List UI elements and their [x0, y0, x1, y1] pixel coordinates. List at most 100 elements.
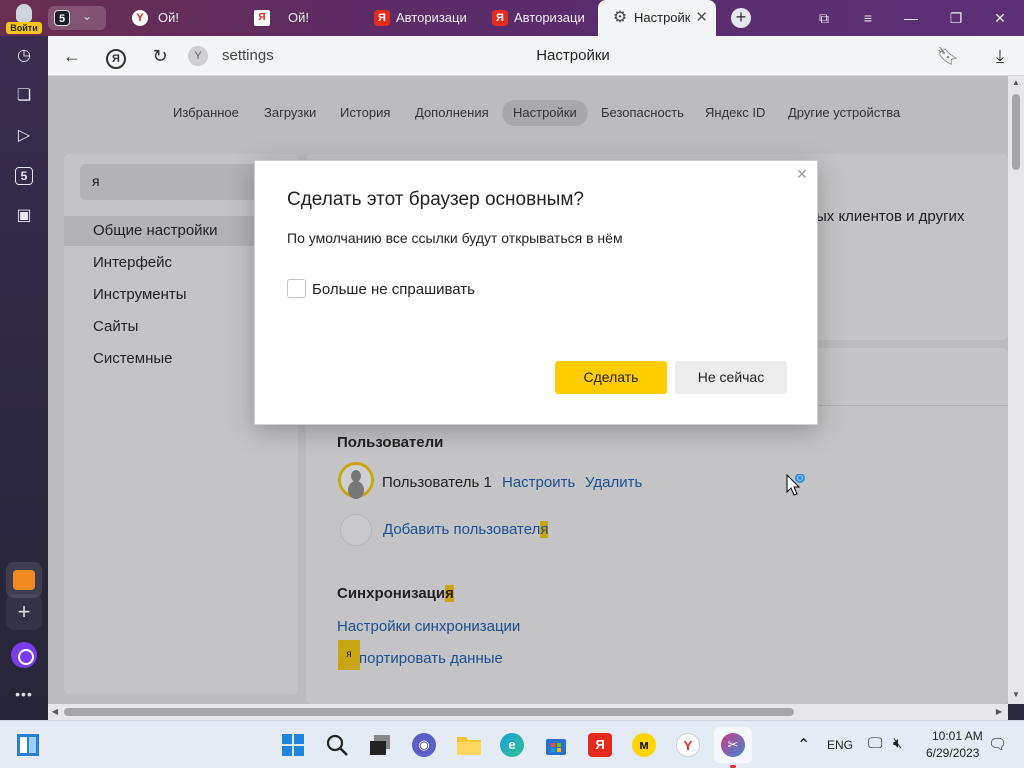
alice-icon[interactable]	[11, 642, 37, 668]
store-icon[interactable]	[544, 733, 568, 757]
search-highlight-badge: я	[338, 640, 360, 670]
users-title: Пользователи	[337, 434, 444, 451]
yandex-icon: Я	[492, 10, 508, 26]
search-highlight: я	[445, 585, 454, 602]
notifications-icon[interactable]: 🗨︎	[988, 735, 1007, 753]
yandex-icon[interactable]: Я	[588, 733, 612, 757]
chevron-down-icon: ⌄	[82, 9, 93, 23]
dont-ask-label[interactable]: Больше не спрашивать	[312, 281, 475, 298]
more-icon[interactable]: •••	[12, 686, 36, 702]
user-name: Пользователь 1	[382, 474, 492, 491]
scroll-left-arrow-icon[interactable]: ◀	[48, 704, 62, 720]
nav-yandex-id[interactable]: Яндекс ID	[705, 100, 765, 126]
teams-icon[interactable]: ◉	[412, 733, 436, 757]
search-icon[interactable]	[325, 733, 349, 757]
clock-time[interactable]: 10:01 AM	[932, 729, 983, 743]
five-icon[interactable]: 5	[12, 164, 36, 188]
close-window-button[interactable]: ✕	[990, 8, 1010, 28]
sync-title: Синхронизация	[337, 585, 454, 602]
yandex-music-icon[interactable]: м	[632, 733, 656, 757]
import-data-link[interactable]: портировать данные	[359, 650, 503, 667]
volume-muted-icon[interactable]: 🔇︎	[893, 735, 902, 752]
address-bar: ← Я ↻ Y settings Настройки 🔖︎ ⤓	[48, 36, 1024, 76]
back-button[interactable]: ←	[60, 44, 84, 68]
nav-settings[interactable]: Настройки	[502, 100, 588, 126]
settings-nav: Избранное Загрузки История Дополнения На…	[48, 100, 1008, 130]
tab-auth-1[interactable]: Я Авторизаци	[360, 0, 478, 36]
add-user-text: Добавить пользовател	[383, 521, 541, 538]
windows-start-icon[interactable]	[281, 733, 305, 757]
tab-auth-2[interactable]: Я Авторизаци	[478, 0, 596, 36]
nav-other-devices[interactable]: Другие устройства	[788, 100, 900, 126]
mail-button[interactable]	[6, 562, 42, 598]
nav-extensions[interactable]: Дополнения	[415, 100, 489, 126]
yandex-home-button[interactable]: Я	[104, 44, 128, 69]
settings-search-input[interactable]: я	[80, 164, 260, 200]
widgets-icon[interactable]	[16, 733, 40, 757]
tab-label: Авторизаци	[396, 10, 467, 25]
new-tab-button[interactable]: +	[731, 8, 751, 28]
history-icon[interactable]: ◷	[12, 44, 36, 68]
horizontal-scrollbar[interactable]: ◀ ▶	[48, 704, 1008, 720]
user-avatar	[338, 462, 374, 498]
browser-tab-bar: Войти 5 ⌄ Y Ой! Я Ой! Я Авторизаци Я Авт…	[0, 0, 1024, 36]
vertical-scrollbar[interactable]: ▲ ▼	[1008, 76, 1024, 704]
bookmark-icon[interactable]: 🔖︎	[936, 44, 960, 68]
tab-label: Ой!	[158, 10, 179, 25]
tab-oops-1[interactable]: Y Ой!	[118, 0, 240, 36]
page-title: Настройки	[536, 47, 610, 64]
downloads-icon[interactable]: ⤓	[988, 44, 1012, 68]
close-tab-icon[interactable]: ✕	[695, 0, 708, 36]
chevron-up-icon[interactable]: ⌃	[797, 735, 810, 755]
windows-taskbar: ◉ e Я м Y ✂ ⌃ ENG 🖵︎ 🔇︎ 10:01 AM 6/29/20…	[0, 720, 1024, 768]
nav-downloads[interactable]: Загрузки	[264, 100, 316, 126]
edge-icon[interactable]: e	[500, 733, 524, 757]
section-description-fragment: ых клиентов и других	[816, 208, 965, 225]
nav-favorites[interactable]: Избранное	[173, 100, 239, 126]
tab-oops-2[interactable]: Я Ой!	[240, 0, 358, 36]
add-user-link[interactable]: Добавить пользователя	[383, 521, 549, 538]
delete-user-link[interactable]: Удалить	[585, 474, 642, 491]
not-now-button[interactable]: Не сейчас	[675, 361, 787, 394]
task-view-icon[interactable]	[368, 733, 392, 757]
restore-button[interactable]: ❐	[946, 8, 966, 28]
scroll-thumb[interactable]	[1012, 94, 1020, 170]
tab-counter-badge: 5	[54, 10, 70, 26]
reload-button[interactable]: ↻	[148, 44, 172, 68]
gear-icon: ⚙	[612, 9, 628, 26]
scroll-right-arrow-icon[interactable]: ▶	[992, 704, 1006, 720]
document-icon: Я	[254, 10, 270, 26]
video-icon[interactable]: ▷	[12, 124, 36, 148]
profile-button[interactable]: Войти	[6, 2, 42, 34]
collections-icon[interactable]: ❏	[12, 84, 36, 108]
minimize-button[interactable]: —	[901, 8, 921, 28]
add-sidebar-app-button[interactable]: +	[6, 594, 42, 630]
file-explorer-icon[interactable]	[456, 733, 482, 757]
nav-security[interactable]: Безопасность	[601, 100, 684, 126]
profile-avatar-icon	[16, 4, 32, 22]
snipping-tool-icon[interactable]: ✂	[721, 733, 745, 757]
dont-ask-checkbox[interactable]	[287, 279, 306, 298]
close-icon[interactable]: ✕	[795, 167, 809, 181]
nav-history[interactable]: История	[340, 100, 390, 126]
menu-icon[interactable]: ≡	[858, 8, 878, 28]
clock-date[interactable]: 6/29/2023	[926, 746, 979, 760]
search-value: я	[92, 173, 100, 189]
site-info-icon[interactable]: Y	[188, 46, 208, 66]
scroll-thumb[interactable]	[64, 708, 794, 716]
bookmarks-panel-icon[interactable]: ⧉	[814, 8, 834, 28]
scroll-up-arrow-icon[interactable]: ▲	[1008, 76, 1024, 90]
yandex-icon: Я	[374, 10, 390, 26]
tab-settings[interactable]: ⚙ Настройк ✕	[598, 0, 716, 36]
network-icon[interactable]: 🖵︎	[868, 735, 882, 752]
scroll-down-arrow-icon[interactable]: ▼	[1008, 688, 1024, 702]
make-default-button[interactable]: Сделать	[555, 361, 667, 394]
screenshot-icon[interactable]: ▣	[12, 204, 36, 228]
default-browser-dialog: ✕ Сделать этот браузер основным? По умол…	[254, 160, 818, 425]
sync-settings-link[interactable]: Настройки синхронизации	[337, 618, 520, 635]
tab-group-button[interactable]: 5 ⌄	[48, 6, 106, 30]
yandex-browser-icon: Y	[132, 10, 148, 26]
language-indicator[interactable]: ENG	[827, 738, 853, 752]
configure-user-link[interactable]: Настроить	[502, 474, 575, 491]
yandex-browser-icon[interactable]: Y	[676, 733, 700, 757]
